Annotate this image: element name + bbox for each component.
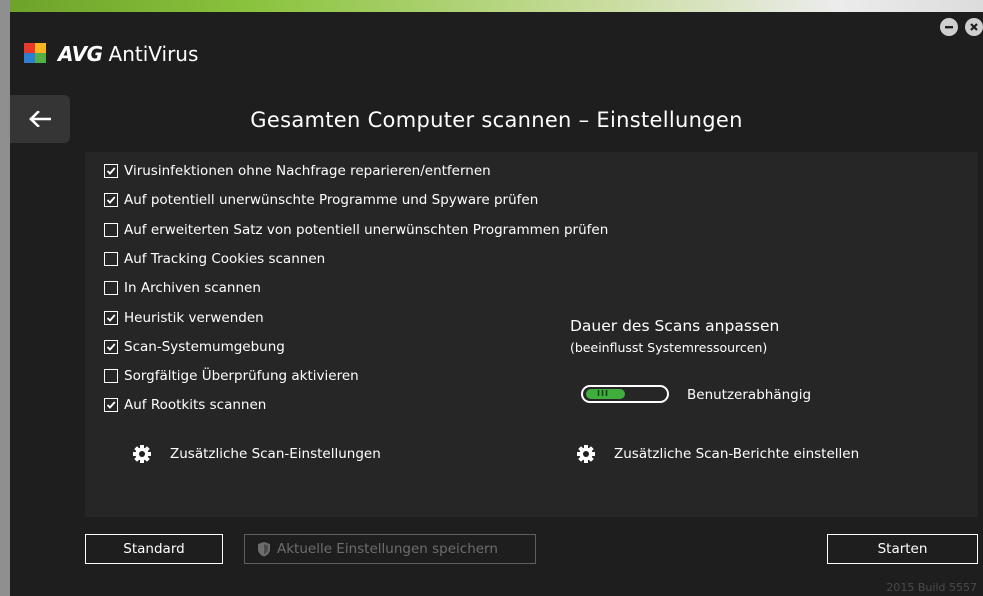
scan-duration-title: Dauer des Scans anpassen [570, 317, 780, 335]
scan-option-label: Auf erweiterten Satz von potentiell uner… [124, 222, 609, 238]
start-button[interactable]: Starten [827, 534, 978, 564]
scan-option-label: Virusinfektionen ohne Nachfrage reparier… [124, 163, 491, 179]
scan-option-row[interactable]: Heuristik verwenden [104, 310, 264, 326]
checkbox-unchecked[interactable] [104, 281, 118, 295]
avg-logo-icon [24, 43, 54, 65]
checkbox-checked[interactable] [104, 398, 118, 412]
window-top-border [10, 0, 983, 12]
scan-option-label: In Archiven scannen [124, 280, 261, 296]
scan-duration-slider[interactable]: III [581, 385, 669, 403]
scan-option-row[interactable]: In Archiven scannen [104, 280, 261, 296]
brand-name: AVG [58, 42, 103, 66]
slider-grip-icon[interactable]: III [597, 390, 609, 398]
save-settings-button[interactable]: Aktuelle Einstellungen speichern [244, 534, 536, 564]
build-info: 2015 Build 5557 [886, 581, 977, 594]
gear-icon [577, 445, 595, 463]
checkmark-icon [106, 343, 116, 351]
scan-option-label: Auf Rootkits scannen [124, 397, 267, 413]
additional-scan-settings-link[interactable]: Zusätzliche Scan-Einstellungen [132, 444, 381, 464]
scan-option-label: Heuristik verwenden [124, 310, 264, 326]
scan-option-row[interactable]: Scan-Systemumgebung [104, 339, 285, 355]
scan-option-row[interactable]: Auf Tracking Cookies scannen [104, 251, 325, 267]
page-title: Gesamten Computer scannen – Einstellunge… [250, 108, 743, 132]
scan-option-label: Auf Tracking Cookies scannen [124, 251, 326, 267]
window-controls [940, 18, 983, 36]
close-icon[interactable] [965, 18, 983, 36]
checkmark-icon [106, 167, 116, 175]
checkbox-checked[interactable] [104, 340, 118, 354]
scan-option-label: Auf potentiell unerwünschte Programme un… [124, 192, 539, 208]
additional-scan-reports-link[interactable]: Zusätzliche Scan-Berichte einstellen [576, 444, 859, 464]
avg-logo: AVG AntiVirus [24, 42, 198, 66]
checkmark-icon [106, 401, 116, 409]
checkmark-icon [106, 196, 116, 204]
standard-button[interactable]: Standard [85, 534, 223, 564]
minimize-icon[interactable] [940, 18, 958, 36]
checkbox-unchecked[interactable] [104, 223, 118, 237]
scan-duration-level-label: Benutzerabhängig [687, 387, 812, 403]
checkbox-unchecked[interactable] [104, 369, 118, 383]
scan-option-row[interactable]: Sorgfältige Überprüfung aktivieren [104, 368, 359, 384]
save-settings-label: Aktuelle Einstellungen speichern [277, 541, 498, 557]
product-name: AntiVirus [108, 42, 199, 66]
scan-option-row[interactable]: Auf erweiterten Satz von potentiell uner… [104, 222, 608, 238]
checkbox-checked[interactable] [104, 193, 118, 207]
gear-icon [133, 445, 151, 463]
shield-icon [258, 542, 270, 557]
additional-scan-reports-label: Zusätzliche Scan-Berichte einstellen [614, 446, 860, 462]
scan-option-label: Sorgfältige Überprüfung aktivieren [124, 368, 359, 384]
scan-duration-subtitle: (beeinflusst Systemressourcen) [570, 340, 768, 355]
checkbox-unchecked[interactable] [104, 252, 118, 266]
checkbox-checked[interactable] [104, 164, 118, 178]
scan-option-row[interactable]: Auf Rootkits scannen [104, 397, 266, 413]
checkbox-checked[interactable] [104, 311, 118, 325]
scan-option-label: Scan-Systemumgebung [124, 339, 285, 355]
scan-option-row[interactable]: Virusinfektionen ohne Nachfrage reparier… [104, 163, 491, 179]
checkmark-icon [106, 314, 116, 322]
additional-scan-settings-label: Zusätzliche Scan-Einstellungen [170, 446, 381, 462]
scan-option-row[interactable]: Auf potentiell unerwünschte Programme un… [104, 192, 538, 208]
app-window: AVG AntiVirus Gesamten Computer scannen … [10, 0, 983, 596]
